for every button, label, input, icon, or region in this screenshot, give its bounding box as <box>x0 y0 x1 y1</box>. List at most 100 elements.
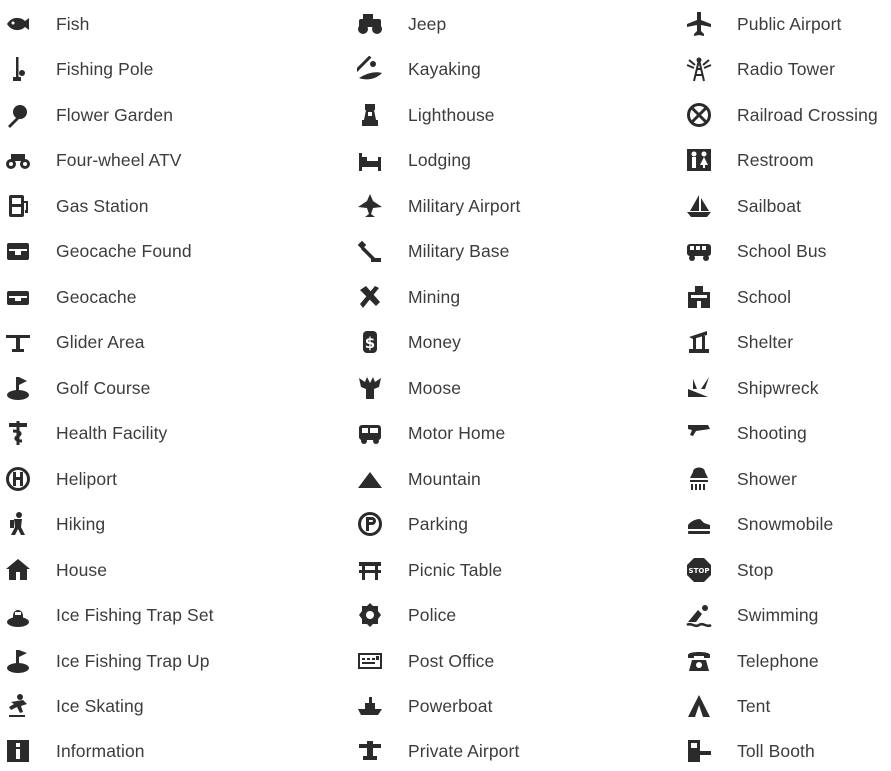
ice-skating-icon <box>4 692 32 720</box>
shower-icon <box>685 465 713 493</box>
symbol-label: House <box>56 559 108 580</box>
symbol-label: Shipwreck <box>737 377 819 398</box>
fish-icon <box>4 10 32 38</box>
picnic-table-icon <box>356 556 384 584</box>
symbol-label: Fish <box>56 13 90 34</box>
health-facility-icon <box>4 419 32 447</box>
symbol-row: Shipwreck <box>685 368 890 408</box>
symbol-label: Lodging <box>408 149 471 170</box>
symbol-row: Parking <box>356 504 561 544</box>
symbol-row: Motor Home <box>356 413 561 453</box>
symbol-row: Kayaking <box>356 49 561 89</box>
symbol-row: Post Office <box>356 641 561 681</box>
symbol-label: Golf Course <box>56 377 151 398</box>
symbol-row: Ice Fishing Trap Up <box>4 641 210 681</box>
symbol-label: Restroom <box>737 149 814 170</box>
symbol-label: Telephone <box>737 650 819 671</box>
symbol-label: Snowmobile <box>737 513 834 534</box>
symbol-label: Public Airport <box>737 13 842 34</box>
symbol-row: Gas Station <box>4 186 209 226</box>
symbol-row: $ Money <box>356 322 561 362</box>
symbol-label: Stop <box>737 559 774 580</box>
moose-icon <box>356 374 384 402</box>
symbol-row: Ice Skating <box>4 686 209 726</box>
symbol-label: Private Airport <box>408 740 520 761</box>
school-icon <box>685 283 713 311</box>
svg-text:STOP: STOP <box>689 567 710 575</box>
symbol-label: Ice Fishing Trap Up <box>56 650 210 671</box>
symbol-label: Ice Fishing Trap Set <box>56 604 214 625</box>
military-base-icon <box>356 237 384 265</box>
fishing-pole-icon <box>4 55 32 83</box>
symbol-row: Restroom <box>685 140 890 180</box>
symbol-row: Military Airport <box>356 186 561 226</box>
symbol-label: Swimming <box>737 604 819 625</box>
symbol-row: School <box>685 277 890 317</box>
ice-fishing-trap-up-icon <box>4 647 32 675</box>
symbol-row: Police <box>356 595 561 635</box>
jeep-icon <box>356 10 384 38</box>
symbol-row: Ice Fishing Trap Set <box>4 595 214 635</box>
symbol-row: Public Airport <box>685 4 890 44</box>
telephone-icon <box>685 647 713 675</box>
public-airport-icon <box>685 10 713 38</box>
golf-course-icon <box>4 374 32 402</box>
school-bus-icon <box>685 237 713 265</box>
symbol-row: House <box>4 550 209 590</box>
symbol-row: Flower Garden <box>4 95 209 135</box>
symbol-label: Lighthouse <box>408 104 495 125</box>
symbol-row: Hiking <box>4 504 209 544</box>
symbol-label: Heliport <box>56 468 118 489</box>
atv-icon <box>4 146 32 174</box>
symbol-row: STOP Stop <box>685 550 890 590</box>
flower-garden-icon <box>4 101 32 129</box>
symbol-label: Military Base <box>408 240 510 261</box>
symbol-row: Golf Course <box>4 368 209 408</box>
symbol-label: Moose <box>408 377 462 398</box>
symbol-label: Sailboat <box>737 195 802 216</box>
symbol-row: Lodging <box>356 140 561 180</box>
symbol-row: Shower <box>685 459 890 499</box>
symbol-row: Railroad Crossing <box>685 95 890 135</box>
symbol-label: Post Office <box>408 650 495 671</box>
glider-icon <box>4 328 32 356</box>
lighthouse-icon <box>356 101 384 129</box>
shelter-icon <box>685 328 713 356</box>
symbol-label: Railroad Crossing <box>737 104 878 125</box>
geocache-icon <box>4 283 32 311</box>
symbol-label: Information <box>56 740 145 761</box>
symbol-row: Geocache Found <box>4 231 209 271</box>
shipwreck-icon <box>685 374 713 402</box>
symbol-row: Radio Tower <box>685 49 890 89</box>
symbol-label: Ice Skating <box>56 695 144 716</box>
symbol-label: Hiking <box>56 513 106 534</box>
symbol-label: Shooting <box>737 422 807 443</box>
symbol-label: Glider Area <box>56 331 145 352</box>
house-icon <box>4 556 32 584</box>
symbol-label: Gas Station <box>56 195 149 216</box>
symbol-row: Powerboat <box>356 686 561 726</box>
symbol-row: Snowmobile <box>685 504 890 544</box>
mining-icon <box>356 283 384 311</box>
symbol-label: Mountain <box>408 468 481 489</box>
symbol-row: Lighthouse <box>356 95 561 135</box>
gas-station-icon <box>4 192 32 220</box>
ice-fishing-trap-set-icon <box>4 601 32 629</box>
symbol-row: Telephone <box>685 641 890 681</box>
symbol-row: Mining <box>356 277 561 317</box>
kayaking-icon <box>356 55 384 83</box>
symbol-row: Health Facility <box>4 413 209 453</box>
symbol-label: Military Airport <box>408 195 521 216</box>
symbol-label: Geocache Found <box>56 240 192 261</box>
symbol-label: Shower <box>737 468 797 489</box>
symbol-row: Swimming <box>685 595 890 635</box>
symbol-label: Police <box>408 604 457 625</box>
symbol-row: Picnic Table <box>356 550 561 590</box>
symbol-label: Geocache <box>56 286 137 307</box>
symbol-label: Tent <box>737 695 771 716</box>
hiking-icon <box>4 510 32 538</box>
symbol-label: Shelter <box>737 331 794 352</box>
lodging-icon <box>356 146 384 174</box>
symbol-row: Fish <box>4 4 209 44</box>
symbol-label: Mining <box>408 286 461 307</box>
